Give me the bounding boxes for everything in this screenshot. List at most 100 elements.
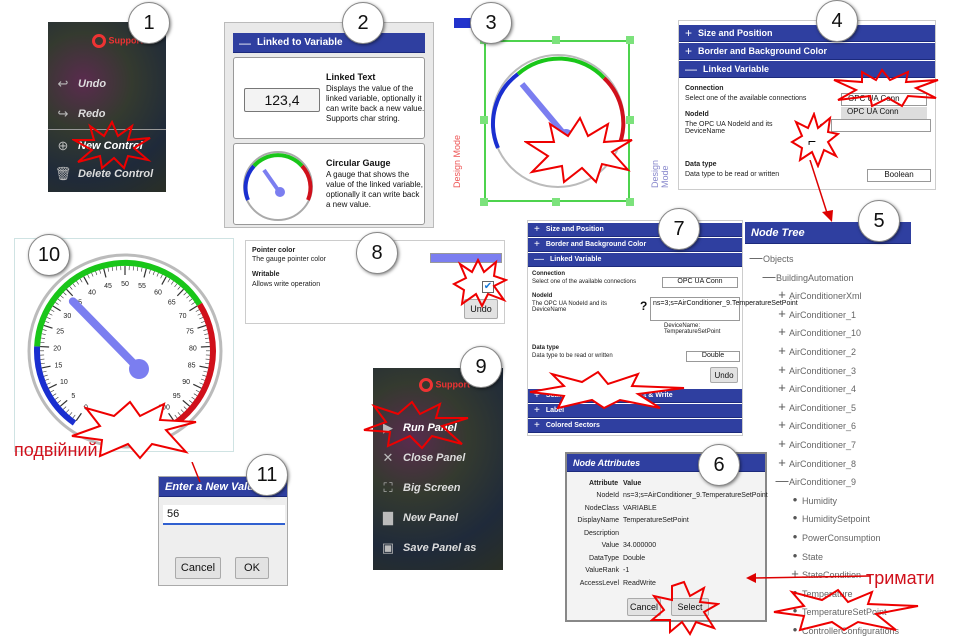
menu-item-new-panel[interactable]: ▇ New Panel bbox=[373, 504, 503, 532]
save-icon: ▣ bbox=[381, 540, 395, 555]
gauge-tick-label: 55 bbox=[138, 283, 146, 290]
tree-node[interactable]: + AirConditioner_4 bbox=[775, 380, 856, 395]
leaf-node-icon: • bbox=[792, 491, 798, 507]
expand-node-icon: + bbox=[778, 454, 786, 470]
step-number-3: 3 bbox=[470, 2, 512, 44]
tree-node[interactable]: • HumiditySetpoint bbox=[788, 510, 870, 525]
tree-node[interactable]: —BuildingAutomation bbox=[762, 269, 854, 284]
tree-node[interactable]: + AirConditioner_1 bbox=[775, 306, 856, 321]
tree-node[interactable]: • Humidity bbox=[788, 492, 837, 507]
section-border-bg-7-label: Border and Background Color bbox=[545, 241, 647, 248]
section-border-bg[interactable]: + Border and Background Color bbox=[679, 43, 935, 60]
menu-item-save-panel-as[interactable]: ▣ Save Panel as bbox=[373, 534, 503, 562]
gauge-tick-label: 40 bbox=[88, 290, 96, 297]
tap-burst-6 bbox=[650, 580, 720, 636]
support-logo-9: Support bbox=[419, 378, 470, 392]
tree-node[interactable]: + AirConditioner_10 bbox=[775, 324, 861, 339]
linked-to-variable-header[interactable]: — Linked to Variable bbox=[233, 33, 425, 53]
browse-nodes-icon-7[interactable]: ? bbox=[640, 299, 647, 313]
writable-desc: Allows write operation bbox=[252, 281, 321, 288]
tree-node[interactable]: • State bbox=[788, 548, 823, 563]
pointer-color-desc: The gauge pointer color bbox=[252, 256, 326, 263]
dialog-ok-button[interactable]: OK bbox=[235, 557, 269, 579]
gauge-pointer-hub bbox=[129, 359, 149, 379]
arrow-10-to-11 bbox=[191, 462, 201, 483]
expand-node-icon: + bbox=[778, 361, 786, 377]
tree-node[interactable]: —AirConditioner_9 bbox=[775, 473, 857, 489]
circular-gauge-card[interactable]: Circular Gauge A gauge that shows the va… bbox=[233, 143, 425, 225]
tree-node-label: AirConditioner_10 bbox=[789, 328, 862, 339]
section-size-position[interactable]: + Size and Position bbox=[679, 25, 935, 42]
gauge-tick-label: 25 bbox=[56, 329, 64, 336]
connection-option[interactable]: OPC UA Conn bbox=[841, 107, 927, 119]
section-linked-variable-7-label: Linked Variable bbox=[550, 256, 602, 263]
tree-node[interactable]: • PowerConsumption bbox=[788, 529, 881, 544]
step-number-9: 9 bbox=[460, 346, 502, 388]
collapse-node-icon: — bbox=[775, 473, 789, 489]
tree-node[interactable]: + AirConditioner_7 bbox=[775, 436, 856, 451]
tree-node-label: AirConditioner_4 bbox=[789, 384, 857, 395]
section-border-bg-7[interactable]: + Border and Background Color bbox=[528, 238, 742, 252]
linked-text-card[interactable]: 123,4 Linked Text Displays the value of … bbox=[233, 57, 425, 139]
menu-item-new-panel-label: New Panel bbox=[403, 512, 459, 524]
datatype-select-7[interactable]: Double bbox=[686, 351, 740, 362]
nodeid-input-7[interactable]: ns=3;s=AirConditioner_9.TemperatureSetPo… bbox=[650, 297, 798, 321]
step-number-5: 5 bbox=[858, 200, 900, 242]
tree-node-label: PowerConsumption bbox=[802, 533, 881, 543]
tree-node-label: AirConditioner_5 bbox=[789, 402, 857, 413]
tree-node[interactable]: + AirConditioner_6 bbox=[775, 417, 856, 432]
tree-node[interactable]: + AirConditioner_3 bbox=[775, 362, 856, 377]
step-number-8: 8 bbox=[356, 232, 398, 274]
step-number-1: 1 bbox=[128, 2, 170, 44]
gauge-tick-label: 10 bbox=[60, 379, 68, 386]
pointer-color-label: Pointer color bbox=[252, 247, 296, 254]
expand-node-icon: + bbox=[778, 436, 786, 451]
gauge-tick-label: 50 bbox=[121, 281, 129, 288]
tree-node[interactable]: —Objects bbox=[749, 250, 794, 265]
linked-text-preview: 123,4 bbox=[244, 88, 320, 112]
step-number-7: 7 bbox=[658, 208, 700, 250]
tree-node[interactable]: + AirConditioner_5 bbox=[775, 399, 856, 414]
nodeid-label: NodeId bbox=[685, 111, 709, 118]
tree-node-label: AirConditioner_7 bbox=[789, 440, 857, 450]
attribute-value: TemperatureSetPoint bbox=[623, 517, 689, 524]
tree-node[interactable]: + AirConditioner_8 bbox=[775, 455, 856, 470]
support-icon bbox=[92, 34, 106, 48]
tap-burst-7 bbox=[529, 370, 685, 410]
section-colored-sectors[interactable]: + Colored Sectors bbox=[528, 419, 742, 433]
step-number-10: 10 bbox=[28, 234, 70, 276]
caption-hold: тримати bbox=[866, 568, 935, 588]
menu-item-big-screen[interactable]: ⛶ Big Screen bbox=[373, 474, 503, 502]
document-icon: ▇ bbox=[383, 510, 393, 525]
undo-button-7[interactable]: Undo bbox=[710, 367, 738, 383]
nodeid-input[interactable] bbox=[831, 119, 931, 132]
tree-node-label: AirConditioner_1 bbox=[789, 309, 857, 320]
gauge-tick-label: 90 bbox=[182, 379, 190, 386]
dialog-cancel-button[interactable]: Cancel bbox=[175, 557, 221, 579]
connection-select-7[interactable]: OPC UA Conn bbox=[662, 277, 738, 288]
tree-node[interactable]: + AirConditioner_2 bbox=[775, 343, 856, 358]
attribute-name: DataType bbox=[589, 554, 619, 562]
expand-node-icon: + bbox=[778, 398, 786, 414]
gauge-tick-label: 80 bbox=[189, 345, 197, 352]
section-linked-variable-7[interactable]: — Linked Variable bbox=[528, 253, 742, 267]
attribute-value: ns=3;s=AirConditioner_9.TemperatureSetPo… bbox=[623, 492, 768, 499]
tap-burst-5 bbox=[773, 588, 919, 632]
datatype-select[interactable]: Boolean bbox=[867, 169, 931, 182]
attribute-name: Value bbox=[601, 542, 619, 549]
datatype-label: Data type bbox=[685, 161, 717, 168]
menu-item-undo[interactable]: ↩ Undo bbox=[48, 70, 166, 98]
tap-burst-3 bbox=[524, 116, 633, 184]
attribute-value: -1 bbox=[623, 567, 630, 574]
attribute-name: ValueRank bbox=[585, 567, 619, 574]
expand-icon: + bbox=[685, 26, 693, 40]
connection-desc: Select one of the available connections bbox=[685, 95, 807, 102]
expand-icon: + bbox=[534, 420, 540, 431]
panel2-controls-list: — Linked to Variable 123,4 Linked Text Di… bbox=[224, 22, 434, 228]
tree-node-label: BuildingAutomation bbox=[776, 272, 854, 283]
tap-burst-4a bbox=[833, 68, 939, 108]
attribute-value: 34.000000 bbox=[623, 542, 657, 549]
gauge-tick-label: 75 bbox=[186, 329, 194, 336]
section-size-position-7[interactable]: + Size and Position bbox=[528, 223, 742, 237]
new-value-input[interactable]: 56 bbox=[163, 505, 285, 525]
